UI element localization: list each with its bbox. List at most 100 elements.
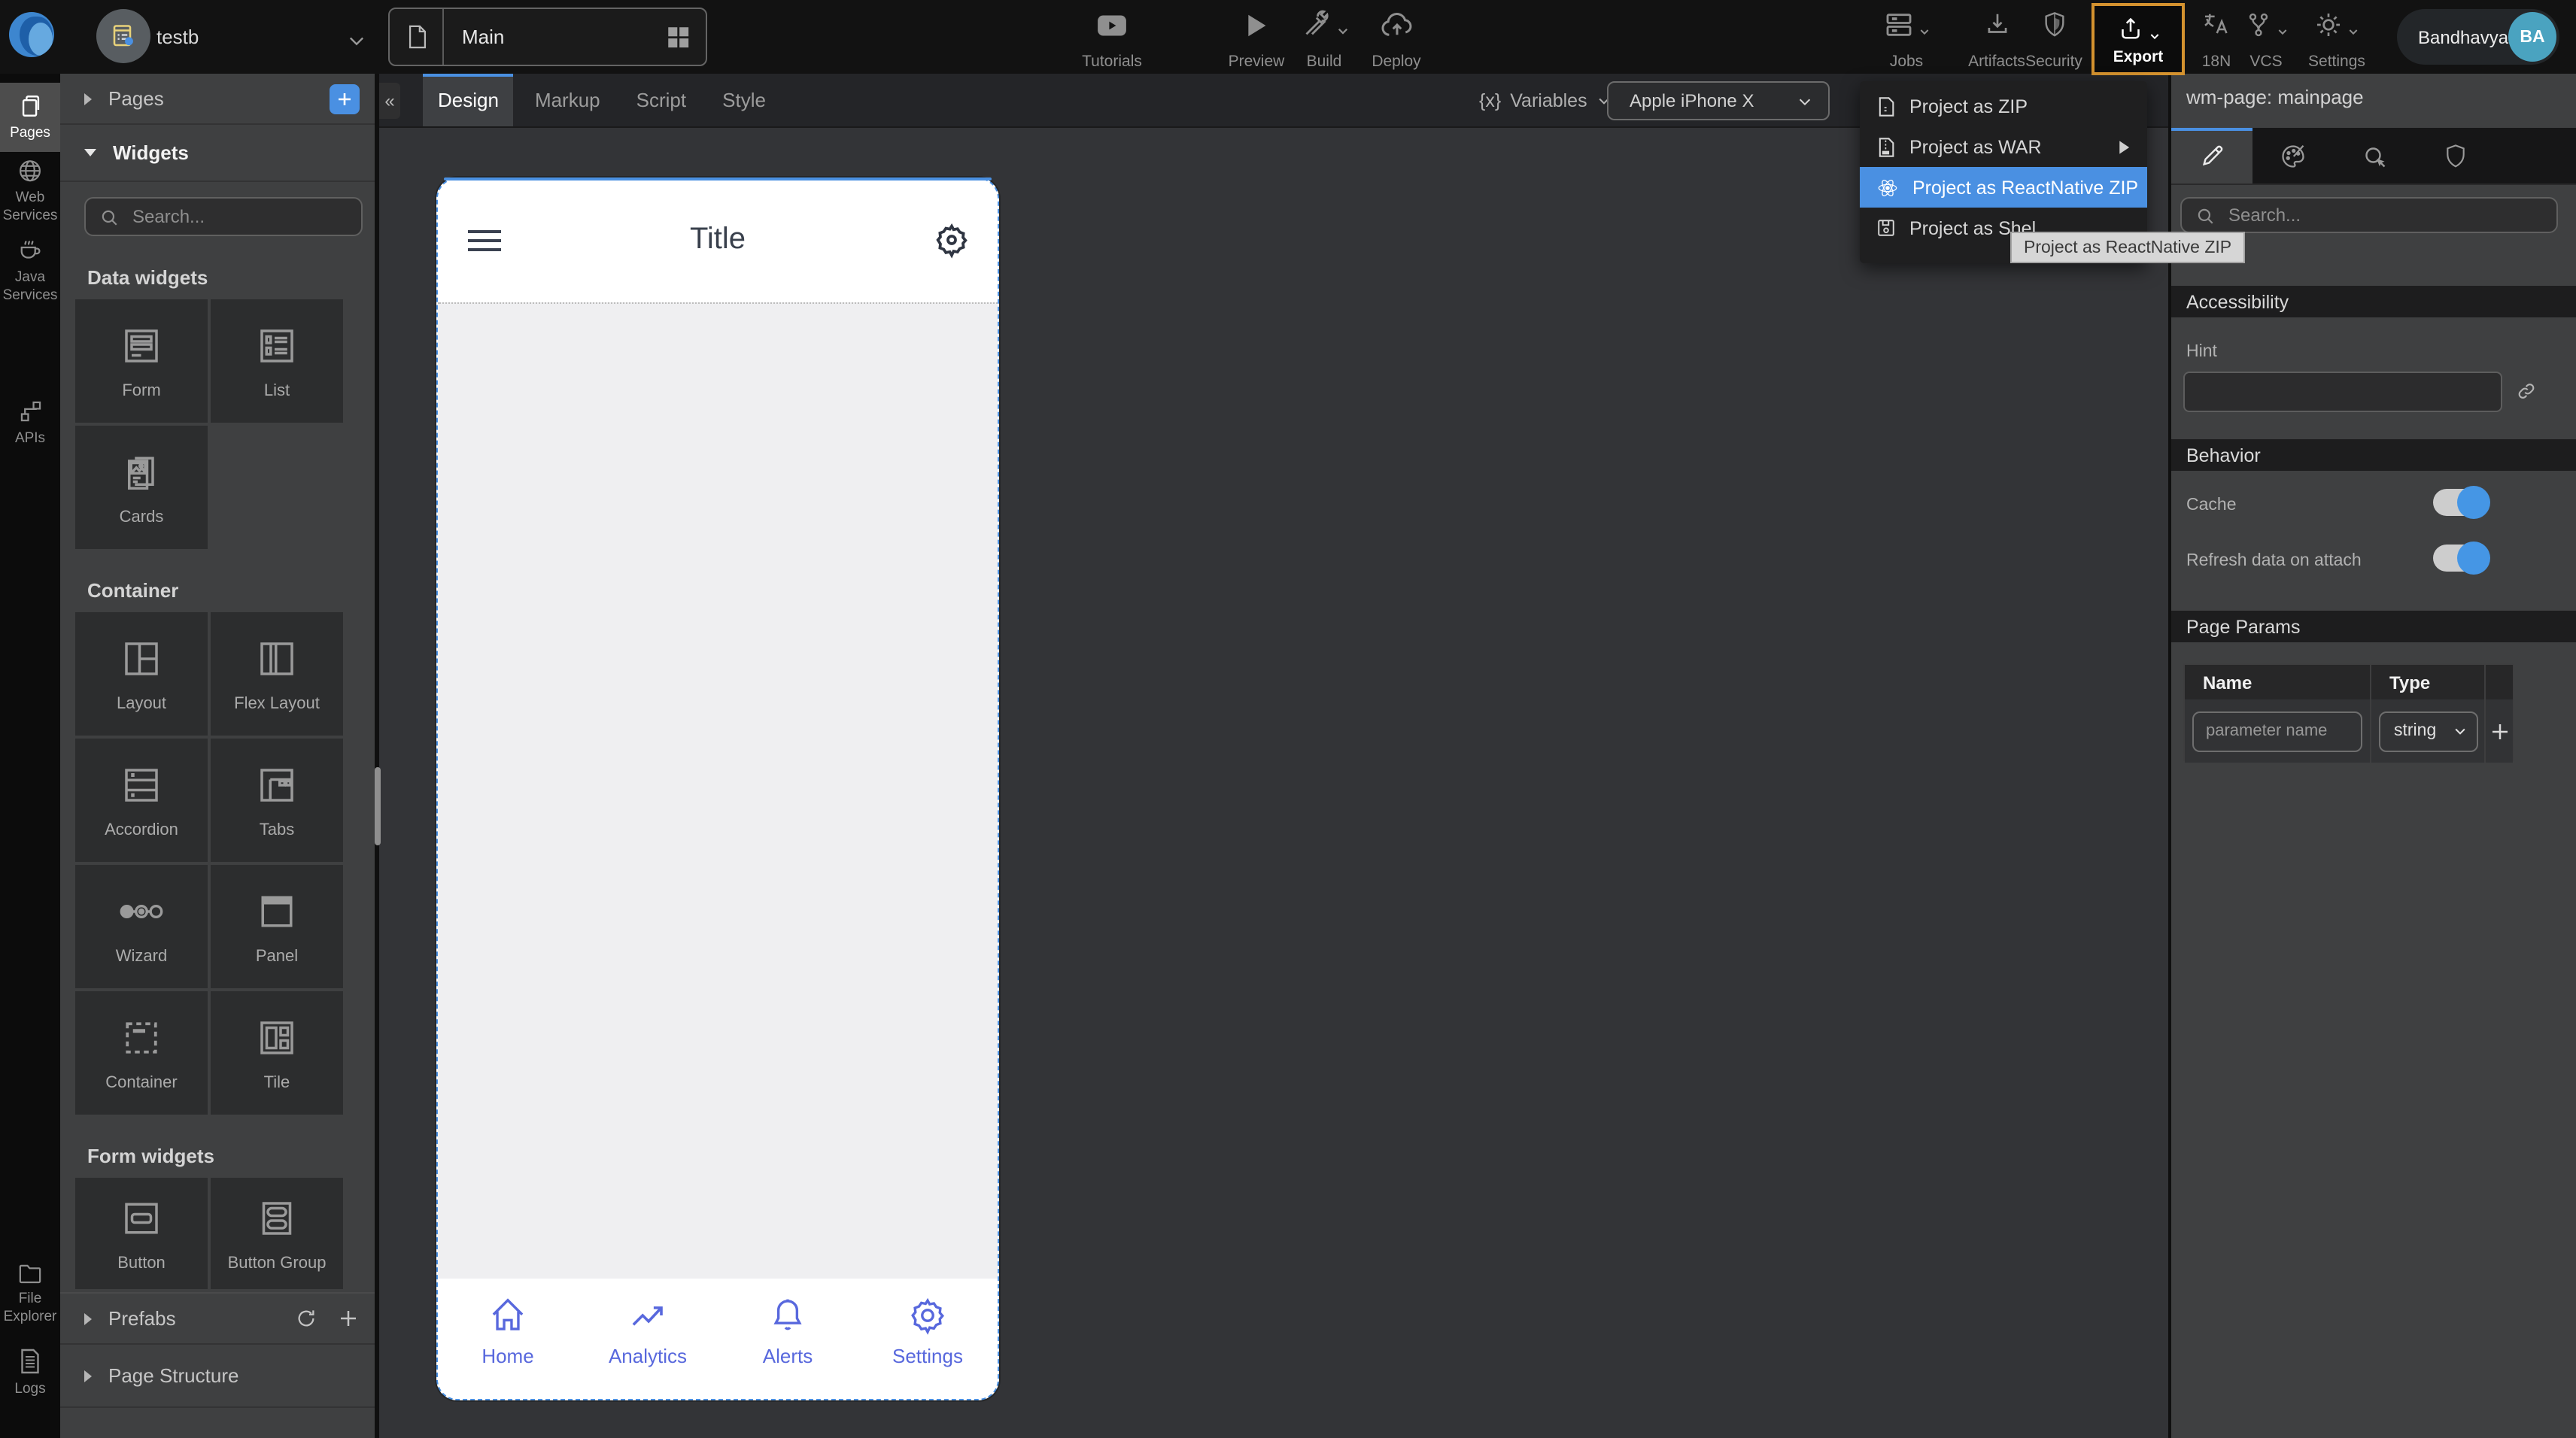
tab-script[interactable]: Script (621, 74, 701, 126)
property-search-input[interactable] (2225, 203, 2543, 227)
widget-tile-list[interactable]: List (211, 299, 343, 423)
chevron-down-icon[interactable] (346, 30, 367, 51)
widget-search[interactable] (84, 197, 363, 236)
trend-icon (627, 1295, 668, 1336)
project-avatar[interactable] (96, 9, 150, 63)
sidebar-item-pages[interactable]: Pages (0, 83, 60, 152)
sidebar-item-java-services[interactable]: Java Services (0, 236, 60, 304)
widget-tile-container[interactable]: Container (75, 991, 208, 1115)
properties-panel: wm-page: mainpage Accessibility Hint (2171, 74, 2576, 1438)
tab-markup[interactable]: Markup (520, 74, 615, 126)
settings-button[interactable]: Settings (2304, 8, 2370, 69)
deploy-button[interactable]: Deploy (1348, 8, 1444, 69)
add-page-button[interactable] (330, 83, 360, 114)
tab-properties[interactable] (2171, 128, 2252, 184)
variables-button[interactable]: {x} Variables (1479, 74, 1612, 128)
device-selector[interactable]: Apple iPhone X (1607, 81, 1830, 120)
hint-label: Hint (2186, 343, 2217, 361)
panel-divider (375, 74, 379, 1438)
sidebar-item-file-explorer[interactable]: File Explorer (0, 1262, 60, 1325)
param-name-input[interactable] (2192, 711, 2362, 751)
sidebar-item-web-services[interactable]: Web Services (0, 158, 60, 224)
tab-events[interactable] (2334, 128, 2415, 184)
widget-tile-button[interactable]: Button (75, 1178, 208, 1289)
phone-page-title[interactable]: Title (438, 223, 998, 257)
expand-arrow-icon (84, 1370, 92, 1382)
refresh-data-toggle[interactable] (2433, 545, 2487, 572)
prefabs-section-row[interactable]: Prefabs (60, 1292, 375, 1343)
activity-bar: Pages Web Services Java Services APIs Fi… (0, 74, 60, 1438)
phone-bottom-nav: Home Analytics Alerts Settings (438, 1279, 998, 1399)
sidebar-item-apis[interactable]: APIs (0, 394, 60, 451)
tab-security[interactable] (2415, 128, 2496, 184)
build-tools-icon (1299, 9, 1331, 39)
cursor-click-icon (2361, 142, 2388, 169)
project-form-icon (110, 23, 137, 50)
widget-tile-button-group[interactable]: Button Group (211, 1178, 343, 1289)
play-icon (1244, 8, 1268, 39)
project-name[interactable]: testb (156, 0, 199, 74)
tab-design[interactable]: Design (423, 74, 514, 126)
widget-tile-cards[interactable]: Cards (75, 426, 208, 549)
phone-nav-settings[interactable]: Settings (858, 1279, 998, 1399)
table-row: string (2185, 699, 2513, 763)
page-structure-row[interactable]: Page Structure (60, 1343, 375, 1408)
tab-style[interactable]: Style (707, 74, 781, 126)
chevron-down-icon (2148, 31, 2160, 43)
property-search[interactable] (2180, 197, 2558, 233)
widget-tile-panel[interactable]: Panel (211, 865, 343, 988)
jobs-button[interactable]: Jobs (1873, 8, 1940, 69)
grid-icon[interactable] (665, 24, 691, 50)
phone-gear-icon[interactable] (933, 221, 971, 259)
cache-toggle[interactable] (2433, 489, 2487, 516)
sidebar-item-logs[interactable]: Logs (0, 1345, 60, 1402)
widget-search-input[interactable] (129, 205, 348, 229)
add-param-button[interactable] (2486, 720, 2513, 742)
user-menu[interactable]: Bandhavya BA (2397, 9, 2559, 65)
widget-tile-flex-layout[interactable]: Flex Layout (211, 612, 343, 736)
vcs-button[interactable]: VCS (2236, 8, 2296, 69)
tile-icon (254, 1015, 299, 1060)
page-tab-main[interactable]: Main (388, 8, 707, 66)
chevron-down-icon (1335, 24, 1349, 38)
bind-link-icon[interactable] (2516, 381, 2537, 402)
search-icon (99, 207, 119, 226)
shield-icon (2041, 8, 2067, 39)
menu-item-project-as-reactnative-zip[interactable]: Project as ReactNative ZIP (1860, 167, 2147, 208)
hint-input[interactable] (2183, 372, 2502, 412)
collapse-panel-button[interactable]: « (379, 83, 400, 119)
widget-tile-layout[interactable]: Layout (75, 612, 208, 736)
phone-nav-analytics[interactable]: Analytics (578, 1279, 718, 1399)
widget-tile-wizard[interactable]: Wizard (75, 865, 208, 988)
tutorials-button[interactable]: Tutorials (1064, 8, 1160, 69)
section-page-params[interactable]: Page Params (2171, 611, 2576, 642)
phone-nav-home[interactable]: Home (438, 1279, 578, 1399)
export-button[interactable]: Export (2091, 3, 2185, 75)
menu-item-project-as-war[interactable]: Project as WAR (1860, 126, 2147, 167)
artifacts-button[interactable]: Artifacts (1961, 8, 2033, 69)
widgets-section-row[interactable]: Widgets (60, 125, 375, 182)
variables-icon: {x} (1479, 90, 1501, 111)
param-type-select[interactable]: string (2379, 711, 2478, 751)
phone-mockup[interactable]: Title Home Analytics Alerts (436, 177, 999, 1400)
security-button[interactable]: Security (2024, 8, 2084, 69)
chevron-down-icon (2453, 724, 2468, 739)
phone-content-area[interactable] (438, 302, 998, 1280)
widget-tile-form[interactable]: Form (75, 299, 208, 423)
menu-item-project-as-zip[interactable]: Project as ZIP (1860, 86, 2147, 126)
refresh-icon[interactable] (295, 1307, 317, 1330)
expand-arrow-icon (84, 93, 92, 105)
section-accessibility[interactable]: Accessibility (2171, 286, 2576, 317)
widget-tile-accordion[interactable]: Accordion (75, 739, 208, 862)
add-prefab-icon[interactable] (337, 1307, 360, 1330)
tab-styles[interactable] (2252, 128, 2334, 184)
panel-scrollbar[interactable] (375, 767, 380, 845)
phone-nav-alerts[interactable]: Alerts (718, 1279, 858, 1399)
wavemaker-logo-icon[interactable] (9, 12, 54, 57)
widget-tile-tile[interactable]: Tile (211, 991, 343, 1115)
pages-section-row[interactable]: Pages (60, 74, 375, 125)
chevron-down-icon (1797, 93, 1813, 109)
section-behavior[interactable]: Behavior (2171, 439, 2576, 471)
widget-tile-tabs[interactable]: Tabs (211, 739, 343, 862)
react-icon (1876, 177, 1899, 198)
